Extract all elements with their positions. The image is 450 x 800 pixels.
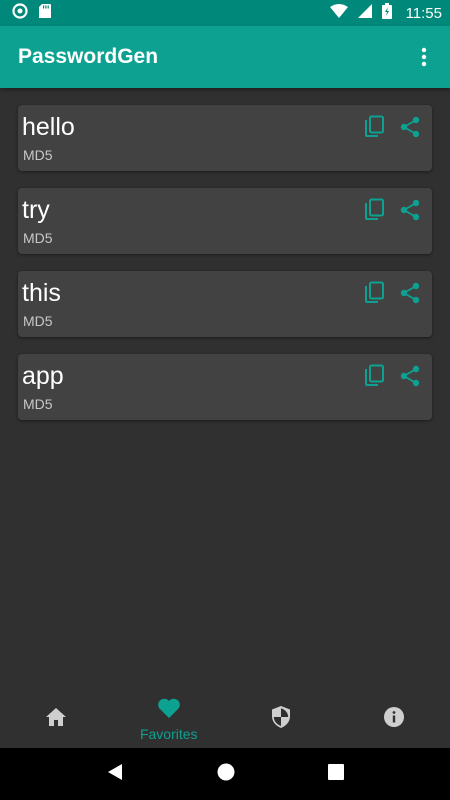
favorite-card[interactable]: hello MD5	[18, 105, 432, 171]
status-time: 11:55	[405, 4, 442, 22]
home-circle-icon[interactable]	[217, 763, 235, 786]
share-icon[interactable]	[398, 364, 422, 388]
wifi-icon	[329, 3, 348, 23]
favorite-card[interactable]: app MD5	[18, 354, 432, 420]
nav-item-favorites[interactable]: Favorites	[113, 690, 226, 748]
card-actions	[362, 115, 422, 139]
favorite-algorithm: MD5	[23, 396, 53, 412]
nav-label-favorites: Favorites	[139, 725, 198, 742]
favorite-name: try	[22, 196, 50, 224]
home-icon	[45, 707, 67, 732]
nav-item-home[interactable]	[0, 690, 113, 748]
favorites-list: hello MD5 try MD5 this MD5 app MD5	[18, 105, 432, 437]
copy-icon[interactable]	[362, 281, 386, 305]
shield-icon	[270, 705, 292, 734]
copy-icon[interactable]	[362, 115, 386, 139]
card-actions	[362, 364, 422, 388]
sd-card-icon	[38, 3, 52, 24]
status-right: 11:55	[329, 2, 442, 24]
copy-icon[interactable]	[362, 364, 386, 388]
bottom-navigation: Favorites	[0, 690, 450, 748]
status-bar: 11:55	[0, 0, 450, 26]
share-icon[interactable]	[398, 281, 422, 305]
more-vert-icon[interactable]	[412, 37, 436, 77]
app-title: PasswordGen	[18, 45, 159, 68]
card-actions	[362, 281, 422, 305]
signal-icon	[357, 3, 372, 23]
share-icon[interactable]	[398, 115, 422, 139]
recents-icon[interactable]	[327, 763, 344, 785]
battery-charging-icon	[381, 2, 392, 24]
card-actions	[362, 198, 422, 222]
favorite-algorithm: MD5	[23, 230, 53, 246]
back-icon[interactable]	[106, 763, 124, 786]
favorite-algorithm: MD5	[23, 313, 53, 329]
system-navigation-bar	[0, 748, 450, 800]
sync-icon	[12, 2, 28, 24]
copy-icon[interactable]	[362, 198, 386, 222]
heart-icon	[157, 697, 181, 724]
info-icon	[383, 706, 405, 733]
nav-item-security[interactable]	[225, 690, 338, 748]
app-bar: PasswordGen	[0, 26, 450, 88]
status-left	[12, 2, 52, 24]
favorite-name: app	[22, 362, 64, 390]
nav-item-info[interactable]	[338, 690, 450, 748]
favorite-name: this	[22, 279, 61, 307]
favorite-card[interactable]: this MD5	[18, 271, 432, 337]
favorite-algorithm: MD5	[23, 147, 53, 163]
share-icon[interactable]	[398, 198, 422, 222]
favorite-card[interactable]: try MD5	[18, 188, 432, 254]
favorite-name: hello	[22, 113, 75, 141]
